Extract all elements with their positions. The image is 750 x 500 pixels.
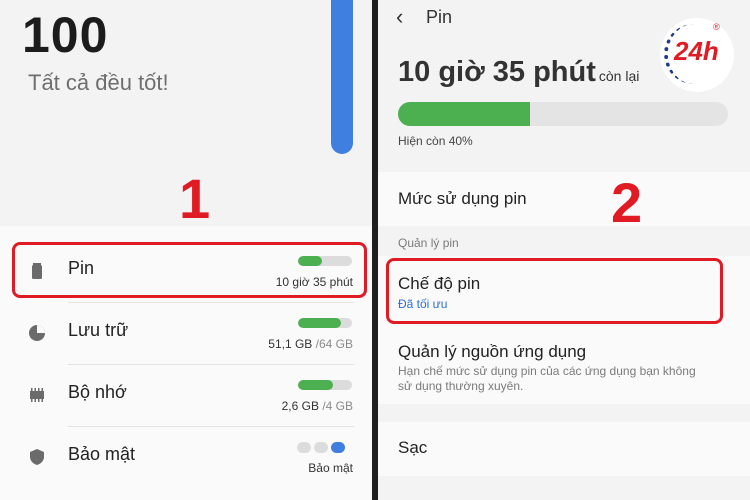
charging-item[interactable]: Sạc xyxy=(378,422,750,476)
indicator-dot-active xyxy=(331,442,345,453)
list-item-label: Lưu trữ xyxy=(68,320,129,340)
device-status: Tất cả đều tốt! xyxy=(28,70,169,95)
logo-text: 24h xyxy=(674,36,719,66)
divider xyxy=(68,426,354,427)
charging-label: Sạc xyxy=(398,438,428,457)
registered-mark: ® xyxy=(713,22,720,32)
battery-level-fill xyxy=(398,102,530,126)
battery-usage-item[interactable]: Mức sử dụng pin xyxy=(378,172,750,226)
memory-meter xyxy=(298,380,352,390)
list-item-memory[interactable]: Bộ nhớ 2,6 GB /4 GB xyxy=(0,364,372,426)
storage-meter-fill xyxy=(298,318,342,328)
indicator-dot xyxy=(297,442,311,453)
step-number-1: 1 xyxy=(179,167,211,230)
battery-settings-panel: ‹ Pin 24h ® 10 giờ 35 phút còn lại Hiện c… xyxy=(378,0,750,500)
list-item-storage[interactable]: Lưu trữ 51,1 GB /64 GB xyxy=(0,302,372,364)
security-value: Bảo mật xyxy=(308,461,353,475)
app-power-management-title[interactable]: Quản lý nguồn ứng dụng xyxy=(398,342,586,362)
app-power-management-description: Hạn chế mức sử dụng pin của các ứng dụng… xyxy=(398,364,696,393)
shield-icon xyxy=(30,449,44,465)
highlight-box-power-mode xyxy=(386,258,723,324)
device-care-panel: 100 Tất cả đều tốt! 1 Pin 10 giờ 35 phút… xyxy=(0,0,372,500)
section-header-battery-management: Quản lý pin xyxy=(398,236,459,250)
memory-value: 2,6 GB /4 GB xyxy=(281,399,353,413)
storage-value: 51,1 GB /64 GB xyxy=(268,337,353,351)
divider xyxy=(68,364,354,365)
battery-level-bar xyxy=(398,102,728,126)
security-indicator-dots xyxy=(297,440,348,458)
step-number-2: 2 xyxy=(611,171,643,234)
time-remaining-suffix: còn lại xyxy=(598,68,640,84)
list-item-label: Bảo mật xyxy=(68,444,136,464)
device-score: 100 xyxy=(22,7,109,63)
watermark-logo: 24h ® xyxy=(660,18,734,92)
memory-meter-fill xyxy=(298,380,334,390)
highlight-box-battery xyxy=(12,242,367,298)
storage-meter xyxy=(298,318,352,328)
storage-pie-icon xyxy=(29,325,45,341)
memory-chip-icon xyxy=(30,388,44,402)
time-remaining: 10 giờ 35 phút còn lại xyxy=(398,56,639,89)
page-title: Pin xyxy=(426,7,453,27)
battery-usage-label: Mức sử dụng pin xyxy=(398,189,527,208)
chevron-left-icon[interactable]: ‹ xyxy=(396,4,403,30)
divider xyxy=(68,302,354,303)
battery-percent-caption: Hiện còn 40% xyxy=(398,134,473,148)
score-gauge xyxy=(331,0,353,154)
time-remaining-value: 10 giờ 35 phút xyxy=(398,56,596,88)
indicator-dot xyxy=(314,442,328,453)
list-item-label: Bộ nhớ xyxy=(68,382,127,402)
